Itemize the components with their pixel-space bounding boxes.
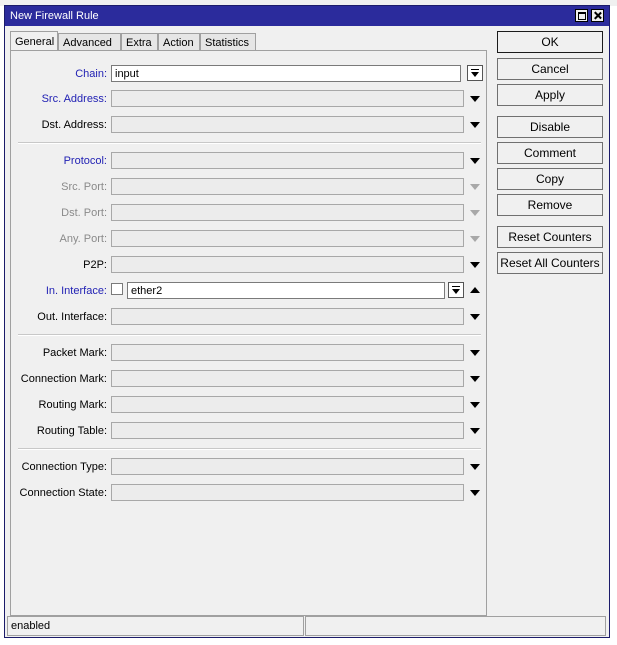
protocol-field[interactable] [111, 152, 464, 169]
separator [18, 142, 481, 144]
any-port-row: Any. Port: [11, 229, 488, 249]
out-interface-field[interactable] [111, 308, 464, 325]
expand-arrow-icon[interactable] [470, 428, 480, 434]
connection-mark-row: Connection Mark: [11, 369, 488, 389]
connection-state-field[interactable] [111, 484, 464, 501]
general-tab-panel: Chain: input Src. Address: Dst. Address: [10, 50, 487, 616]
chevron-down-icon [452, 289, 460, 294]
dst-address-field[interactable] [111, 116, 464, 133]
in-interface-negate-checkbox[interactable] [111, 283, 123, 295]
ok-button[interactable]: OK [497, 31, 603, 53]
copy-button[interactable]: Copy [497, 168, 603, 190]
any-port-label: Any. Port: [59, 233, 107, 245]
comment-button[interactable]: Comment [497, 142, 603, 164]
expand-arrow-icon[interactable] [470, 314, 480, 320]
dst-address-label: Dst. Address: [41, 119, 107, 131]
connection-mark-field[interactable] [111, 370, 464, 387]
any-port-field [111, 230, 464, 247]
src-port-row: Src. Port: [11, 177, 488, 197]
routing-table-row: Routing Table: [11, 421, 488, 441]
packet-mark-label: Packet Mark: [42, 347, 107, 359]
src-port-label: Src. Port: [61, 181, 107, 193]
chain-value: input [115, 68, 139, 80]
routing-mark-label: Routing Mark: [38, 399, 107, 411]
status-bar: enabled [6, 616, 608, 637]
title-bar[interactable]: New Firewall Rule [5, 6, 609, 26]
connection-state-row: Connection State: [11, 483, 488, 503]
in-interface-row: In. Interface: ether2 [11, 281, 488, 301]
src-address-label: Src. Address: [41, 93, 107, 105]
expand-arrow-icon[interactable] [470, 122, 480, 128]
protocol-label: Protocol: [63, 155, 107, 167]
expand-arrow-icon[interactable] [470, 376, 480, 382]
connection-type-label: Connection Type: [21, 461, 107, 473]
tab-action[interactable]: Action [158, 33, 200, 50]
tab-general[interactable]: General [10, 31, 58, 51]
packet-mark-field[interactable] [111, 344, 464, 361]
maximize-icon[interactable] [575, 9, 588, 22]
tab-extra[interactable]: Extra [121, 33, 158, 50]
cancel-button[interactable]: Cancel [497, 58, 603, 80]
dst-address-row: Dst. Address: [11, 115, 488, 135]
in-interface-field[interactable]: ether2 [127, 282, 445, 299]
chain-label: Chain: [75, 68, 107, 80]
firewall-rule-dialog: New Firewall Rule General Advanced Extra… [4, 5, 610, 638]
window-title: New Firewall Rule [10, 10, 99, 22]
chain-row: Chain: input [11, 64, 488, 84]
routing-mark-field[interactable] [111, 396, 464, 413]
routing-mark-row: Routing Mark: [11, 395, 488, 415]
dst-port-label: Dst. Port: [61, 207, 107, 219]
routing-table-label: Routing Table: [36, 425, 107, 437]
protocol-row: Protocol: [11, 151, 488, 171]
status-enabled: enabled [7, 616, 304, 636]
separator [18, 334, 481, 336]
src-address-field[interactable] [111, 90, 464, 107]
apply-button[interactable]: Apply [497, 84, 603, 106]
expand-arrow-icon[interactable] [470, 402, 480, 408]
close-icon[interactable] [591, 9, 604, 22]
in-interface-label: In. Interface: [45, 285, 107, 297]
collapse-arrow-icon[interactable] [470, 287, 480, 293]
src-address-row: Src. Address: [11, 89, 488, 109]
expand-arrow-icon[interactable] [470, 96, 480, 102]
reset-counters-button[interactable]: Reset Counters [497, 226, 603, 248]
dst-port-field [111, 204, 464, 221]
expand-arrow-icon [470, 236, 480, 242]
expand-arrow-icon [470, 210, 480, 216]
expand-arrow-icon[interactable] [470, 464, 480, 470]
connection-state-label: Connection State: [19, 487, 107, 499]
tab-statistics[interactable]: Statistics [200, 33, 256, 50]
remove-button[interactable]: Remove [497, 194, 603, 216]
out-interface-row: Out. Interface: [11, 307, 488, 327]
routing-table-field[interactable] [111, 422, 464, 439]
separator [18, 448, 481, 450]
packet-mark-row: Packet Mark: [11, 343, 488, 363]
chain-dropdown-button[interactable] [467, 65, 483, 81]
in-interface-dropdown-button[interactable] [448, 282, 464, 298]
p2p-label: P2P: [83, 259, 107, 271]
connection-type-field[interactable] [111, 458, 464, 475]
src-port-field [111, 178, 464, 195]
connection-type-row: Connection Type: [11, 457, 488, 477]
connection-mark-label: Connection Mark: [20, 373, 107, 385]
reset-all-counters-button[interactable]: Reset All Counters [497, 252, 603, 274]
tab-advanced[interactable]: Advanced [58, 33, 121, 50]
expand-arrow-icon[interactable] [470, 350, 480, 356]
expand-arrow-icon[interactable] [470, 490, 480, 496]
in-interface-value: ether2 [131, 285, 163, 297]
status-secondary [305, 616, 606, 636]
dropdown-line-icon [452, 286, 460, 287]
dropdown-line-icon [471, 69, 479, 70]
chevron-down-icon [471, 72, 479, 77]
dst-port-row: Dst. Port: [11, 203, 488, 223]
disable-button[interactable]: Disable [497, 116, 603, 138]
out-interface-label: Out. Interface: [37, 311, 107, 323]
chain-field[interactable]: input [111, 65, 461, 82]
p2p-row: P2P: [11, 255, 488, 275]
expand-arrow-icon[interactable] [470, 158, 480, 164]
expand-arrow-icon[interactable] [470, 262, 480, 268]
expand-arrow-icon [470, 184, 480, 190]
p2p-field[interactable] [111, 256, 464, 273]
